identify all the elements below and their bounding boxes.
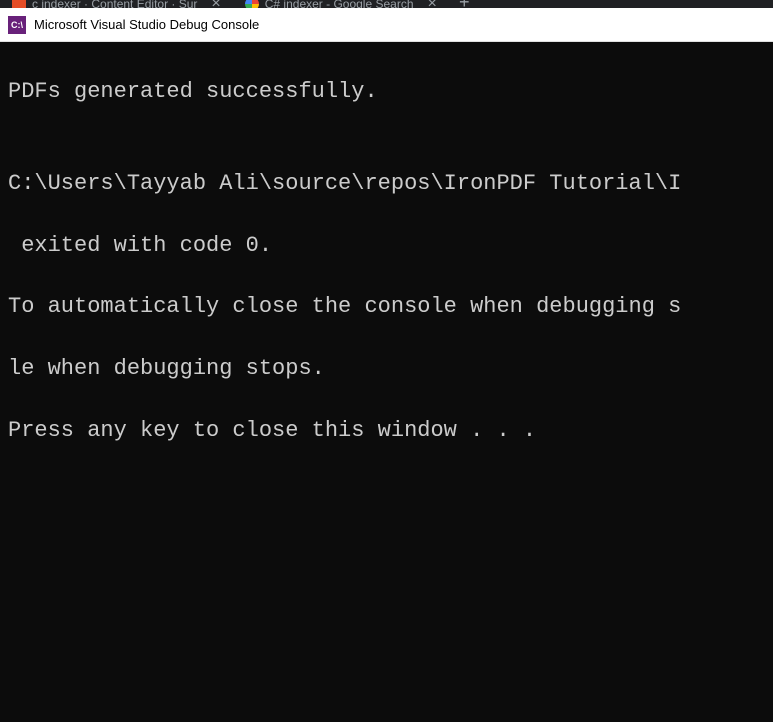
- browser-tab-strip: c indexer · Content Editor · Sur × C# in…: [0, 0, 773, 8]
- new-tab-button[interactable]: +: [449, 0, 480, 8]
- console-line: exited with code 0.: [8, 231, 765, 262]
- tab-title-1: c indexer · Content Editor · Sur: [32, 0, 197, 8]
- console-line: le when debugging stops.: [8, 354, 765, 385]
- console-window-title: Microsoft Visual Studio Debug Console: [34, 17, 259, 32]
- console-line: To automatically close the console when …: [8, 292, 765, 323]
- browser-tab-1[interactable]: c indexer · Content Editor · Sur ×: [0, 0, 233, 8]
- console-output-area[interactable]: PDFs generated successfully. C:\Users\Ta…: [0, 42, 773, 722]
- console-app-icon: C:\: [8, 16, 26, 34]
- console-line: Press any key to close this window . . .: [8, 416, 765, 447]
- tab-title-2: C# indexer - Google Search: [265, 0, 414, 8]
- console-title-bar[interactable]: C:\ Microsoft Visual Studio Debug Consol…: [0, 8, 773, 42]
- close-icon[interactable]: ×: [211, 0, 220, 8]
- tab-favicon-1: [12, 0, 26, 8]
- close-icon[interactable]: ×: [428, 0, 437, 8]
- console-line: C:\Users\Tayyab Ali\source\repos\IronPDF…: [8, 169, 765, 200]
- console-line: PDFs generated successfully.: [8, 77, 765, 108]
- browser-tab-2[interactable]: C# indexer - Google Search ×: [233, 0, 449, 8]
- tab-favicon-2: [245, 0, 259, 8]
